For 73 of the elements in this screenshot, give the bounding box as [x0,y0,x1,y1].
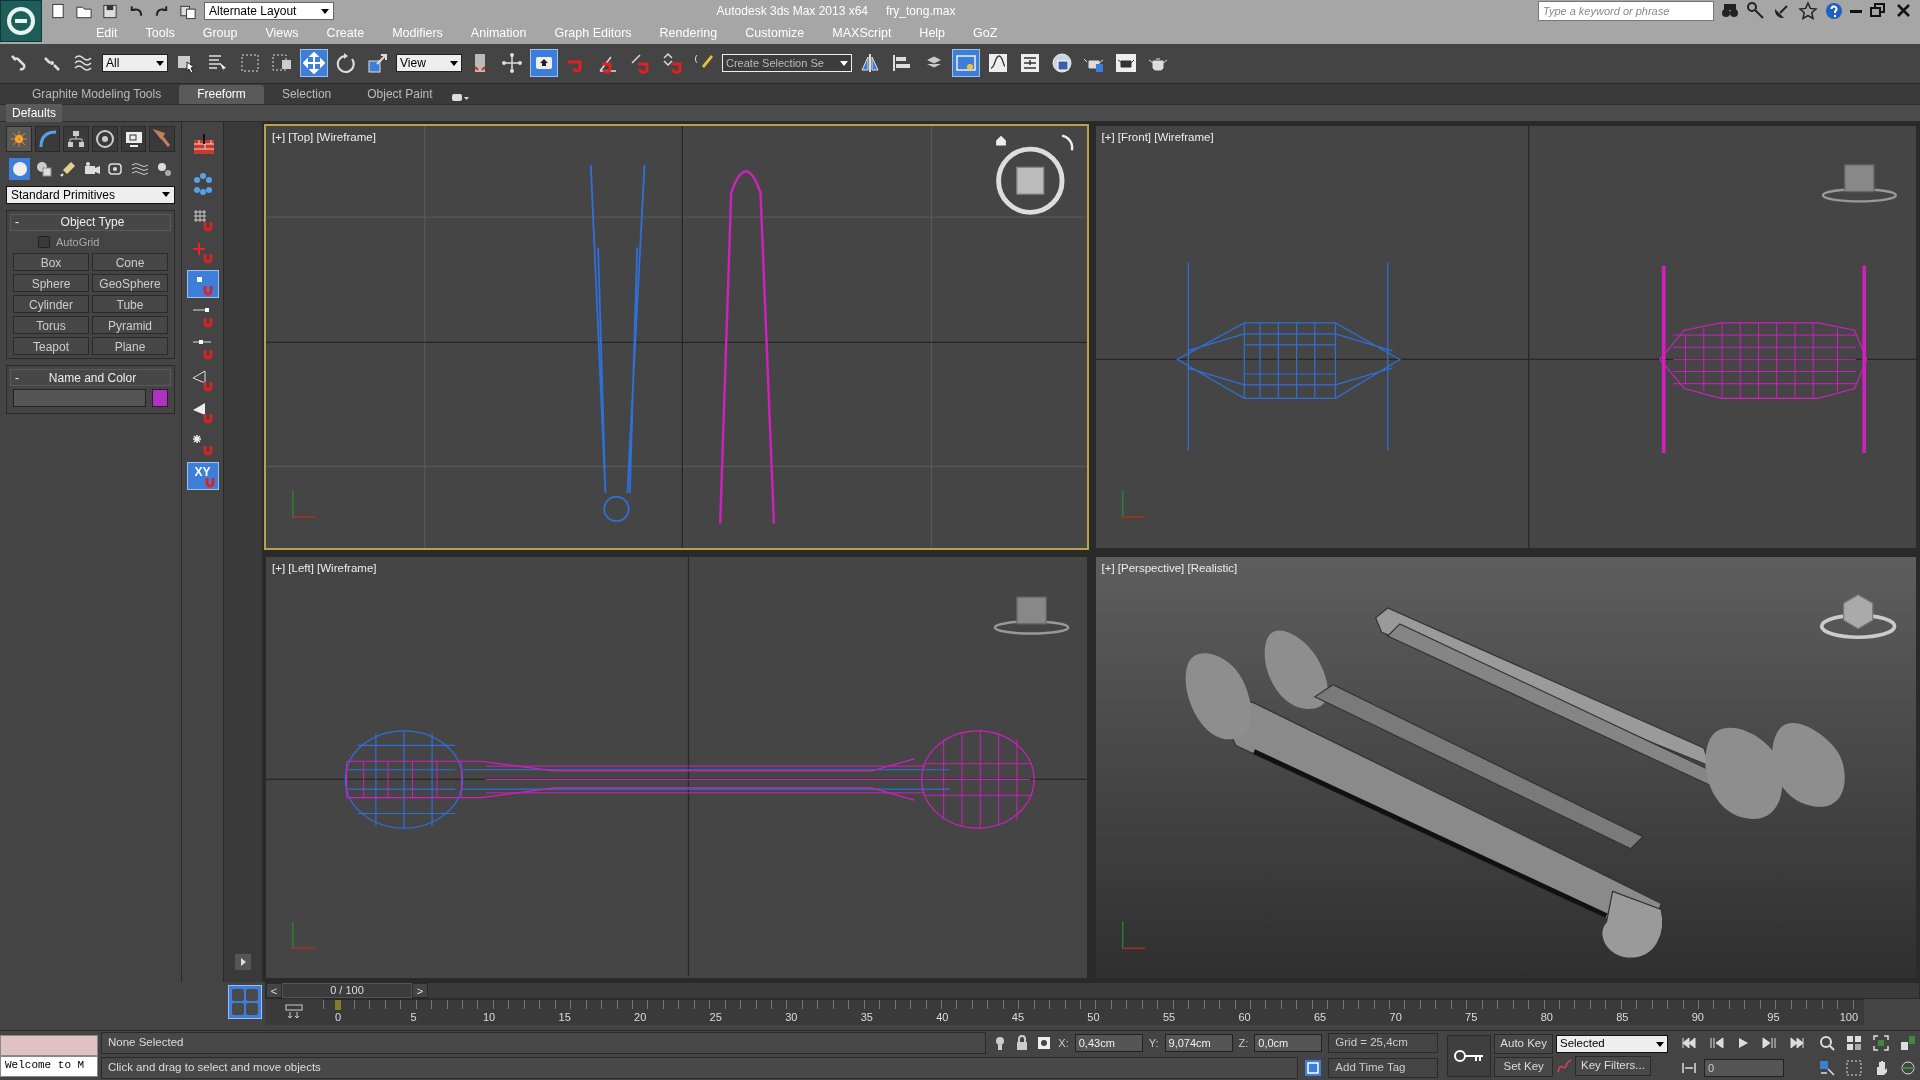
viewport-label[interactable]: [+] [Left] [Wireframe] [272,559,377,577]
ribbon-tab[interactable]: Freeform [179,84,264,104]
frame-number: 55 [1161,1011,1177,1025]
object-type-button[interactable]: Cylinder [13,295,89,314]
viewport[interactable]: [+] [Front] [Wireframe] [1093,123,1918,550]
key-mode-dropdown[interactable]: Selected [1556,1035,1668,1054]
selection-filter-dropdown[interactable]: All [102,54,168,73]
frame-number: 60 [1237,1011,1252,1025]
app-title: Autodesk 3ds Max 2013 x64 [716,3,869,20]
object-type-button[interactable]: Teapot [13,337,89,356]
key-filters-button[interactable]: Key Filters... [1575,1056,1651,1077]
coordinate-label: Z: [1238,1035,1249,1051]
next-frame-button[interactable]: > [412,983,428,999]
frame-number: 50 [1086,1011,1101,1025]
object-category-dropdown[interactable]: Standard Primitives [6,185,175,204]
frame-number: 95 [1766,1011,1781,1025]
time-slider-thumb[interactable]: 0 / 100 [282,983,412,999]
frame-number: 70 [1388,1011,1403,1025]
rollout-header[interactable]: - Name and Color [10,369,171,387]
frame-number: 80 [1539,1011,1554,1025]
viewport-label[interactable]: [+] [Front] [Wireframe] [1101,128,1214,146]
frame-number: 75 [1464,1011,1479,1025]
set-key-button[interactable]: Set Key [1494,1057,1553,1078]
checkbox-label: AutoGrid [56,234,100,250]
layout-dropdown[interactable]: Alternate Layout [204,2,334,20]
viewport[interactable]: [+] [Perspective] [Realistic] [1093,554,1918,981]
frame-number: 5 [409,1011,418,1025]
frame-number: 90 [1690,1011,1705,1025]
ribbon-tab[interactable]: Graphite Modeling Tools [14,84,180,104]
object-type-button[interactable]: Box [13,253,89,272]
frame-number: 40 [935,1011,950,1025]
listener-output[interactable]: Welcome to M [0,1055,98,1077]
previous-frame-button[interactable]: < [266,983,282,999]
selection-status: None Selected [101,1032,987,1055]
frame-number: 45 [1010,1011,1026,1025]
xy-magnet-button[interactable]: XY [186,461,219,490]
rollout-header[interactable]: - Object Type [10,213,171,231]
search-field[interactable]: Type a keyword or phrase [1538,1,1714,21]
object-type-button[interactable]: Torus [13,316,89,335]
file-name: fry_tong.max [886,3,956,20]
grid-size: Grid = 25,4cm [1328,1033,1439,1054]
frame-number: 15 [557,1011,572,1025]
viewport[interactable]: [+] [Top] [Wireframe] [264,123,1089,550]
coordinate-field[interactable]: 9,074cm [1164,1034,1233,1053]
object-type-button[interactable]: Sphere [13,274,89,293]
viewport-label[interactable]: [+] [Perspective] [Realistic] [1101,559,1238,577]
coordinate-field[interactable]: 0,43cm [1074,1034,1143,1053]
add-time-tag[interactable]: Add Time Tag [1328,1058,1439,1079]
frame-number: 30 [784,1011,799,1025]
frame-number: 35 [859,1011,874,1025]
object-type-button[interactable]: Pyramid [92,316,168,335]
frame-number: 85 [1615,1011,1630,1025]
auto-key-button[interactable]: Auto Key [1494,1034,1553,1055]
frame-number: 65 [1313,1011,1328,1025]
frame-number: 25 [708,1011,723,1025]
frame-number: 0 [333,1011,343,1025]
coordinate-system-dropdown[interactable]: View [396,54,462,73]
ribbon-tab[interactable]: Object Paint [349,84,451,104]
object-type-button[interactable]: Cone [92,253,168,272]
object-type-button[interactable]: GeoSphere [92,274,168,293]
coordinate-label: X: [1058,1035,1069,1051]
coordinate-field[interactable]: 0,0cm [1254,1034,1323,1053]
frame-number: 100 [1838,1011,1860,1025]
object-type-button[interactable]: Plane [92,337,168,356]
object-type-button[interactable]: Tube [92,295,168,314]
current-frame-field[interactable]: 0 [1704,1059,1784,1078]
frame-number: 20 [633,1011,648,1025]
named-selection-dropdown[interactable]: Create Selection Se [722,54,852,73]
coordinate-label: Y: [1148,1035,1159,1051]
frame-number: 10 [481,1011,497,1025]
viewport[interactable]: [+] [Left] [Wireframe] [264,554,1089,981]
ribbon-tab[interactable]: Selection [263,84,350,104]
viewport-label[interactable]: [+] [Top] [Wireframe] [272,128,376,146]
